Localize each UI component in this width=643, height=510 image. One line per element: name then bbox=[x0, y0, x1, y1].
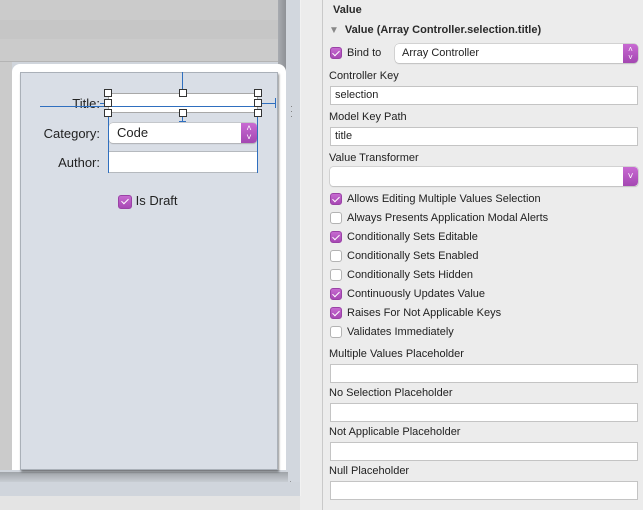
alignment-guide bbox=[40, 106, 258, 107]
disclosure-triangle-icon[interactable]: ▼ bbox=[329, 25, 339, 36]
multiple-values-placeholder-field[interactable] bbox=[330, 364, 638, 383]
chevron-down-icon[interactable]: ˅ bbox=[623, 167, 638, 186]
trailing-guide bbox=[257, 113, 258, 173]
resize-handle[interactable] bbox=[179, 109, 187, 117]
controller-key-field[interactable]: selection bbox=[330, 86, 638, 105]
title-label: Title: bbox=[72, 96, 100, 111]
option-conditionally-sets-enabled[interactable]: Conditionally Sets Enabled bbox=[330, 250, 478, 263]
option-conditionally-sets-hidden[interactable]: Conditionally Sets Hidden bbox=[330, 269, 473, 282]
checkbox-checked-icon bbox=[330, 193, 342, 206]
bind-to-checkbox[interactable]: Bind to bbox=[330, 47, 381, 60]
leading-guide bbox=[108, 113, 109, 173]
controller-key-label: Controller Key bbox=[329, 70, 399, 82]
option-always-presents-modal[interactable]: Always Presents Application Modal Alerts bbox=[330, 212, 548, 225]
resize-handle[interactable] bbox=[104, 109, 112, 117]
section-title: Value bbox=[333, 4, 362, 16]
no-selection-placeholder-field[interactable] bbox=[330, 403, 638, 422]
option-conditionally-sets-editable[interactable]: Conditionally Sets Editable bbox=[330, 231, 478, 244]
canvas-background-top bbox=[0, 0, 278, 62]
null-placeholder-label: Null Placeholder bbox=[329, 465, 410, 477]
updown-chevron-icon: ˄ ˅ bbox=[241, 123, 257, 143]
is-draft-label: Is Draft bbox=[135, 193, 178, 208]
category-label: Category: bbox=[43, 126, 100, 141]
model-key-path-field[interactable]: title bbox=[330, 127, 638, 146]
category-popup[interactable]: Code ˄ ˅ bbox=[109, 123, 257, 143]
model-key-path-label: Model Key Path bbox=[329, 111, 407, 123]
checkbox-icon bbox=[330, 269, 342, 282]
checkbox-checked-icon bbox=[330, 307, 342, 320]
null-placeholder-field[interactable] bbox=[330, 481, 638, 500]
option-raises-for-not-applicable[interactable]: Raises For Not Applicable Keys bbox=[330, 307, 501, 320]
resize-handle[interactable] bbox=[254, 109, 262, 117]
option-allows-editing-multiple[interactable]: Allows Editing Multiple Values Selection bbox=[330, 193, 541, 206]
canvas-background-left bbox=[0, 62, 12, 470]
value-transformer-combobox[interactable]: ˅ bbox=[330, 167, 638, 186]
resize-handle[interactable] bbox=[179, 89, 187, 97]
author-label: Author: bbox=[58, 155, 100, 170]
resize-handle[interactable] bbox=[254, 89, 262, 97]
resize-handle[interactable] bbox=[254, 99, 262, 107]
checkbox-icon bbox=[330, 326, 342, 339]
checkbox-checked-icon bbox=[330, 288, 342, 301]
not-applicable-placeholder-label: Not Applicable Placeholder bbox=[329, 426, 461, 438]
option-validates-immediately[interactable]: Validates Immediately bbox=[330, 326, 454, 339]
no-selection-placeholder-label: No Selection Placeholder bbox=[329, 387, 453, 399]
checkbox-checked-icon bbox=[330, 231, 342, 244]
checkbox-checked-icon bbox=[330, 47, 342, 60]
splitter-handle-icon[interactable]: · · · bbox=[290, 102, 294, 121]
value-transformer-label: Value Transformer bbox=[329, 152, 419, 164]
binding-disclosure[interactable]: ▼ Value (Array Controller.selection.title… bbox=[329, 24, 541, 36]
updown-chevron-icon: ˄ ˅ bbox=[623, 44, 638, 63]
author-field[interactable] bbox=[108, 151, 258, 173]
bind-to-popup[interactable]: Array Controller ˄ ˅ bbox=[395, 44, 638, 63]
bindings-inspector: Value ▼ Value (Array Controller.selection… bbox=[323, 0, 643, 510]
option-continuously-updates-value[interactable]: Continuously Updates Value bbox=[330, 288, 485, 301]
resize-handle[interactable] bbox=[104, 99, 112, 107]
checkbox-icon bbox=[330, 250, 342, 263]
is-draft-checkbox[interactable]: Is Draft bbox=[118, 193, 178, 209]
canvas-scroll-strip[interactable] bbox=[286, 0, 301, 496]
category-popup-value: Code bbox=[117, 125, 149, 140]
resize-handle[interactable] bbox=[104, 89, 112, 97]
not-applicable-placeholder-field[interactable] bbox=[330, 442, 638, 461]
interface-builder-canvas: ··· ··· Title: Category: Author: Code ˄˅… bbox=[0, 0, 301, 510]
checkbox-checked-icon bbox=[118, 194, 132, 209]
checkbox-icon bbox=[330, 212, 342, 225]
multiple-values-placeholder-label: Multiple Values Placeholder bbox=[329, 348, 464, 360]
